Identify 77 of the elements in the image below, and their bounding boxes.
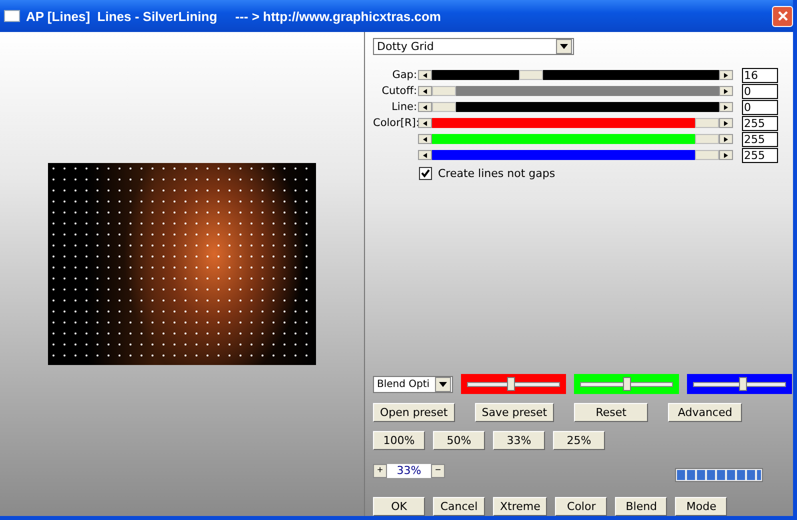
zoom-in-button[interactable]: + bbox=[373, 464, 387, 478]
value-field[interactable]: 0 bbox=[742, 100, 778, 114]
value-field[interactable]: 255 bbox=[742, 132, 778, 146]
slider[interactable] bbox=[418, 102, 733, 112]
right-arrow-icon bbox=[724, 88, 728, 94]
value-field[interactable]: 255 bbox=[742, 116, 778, 130]
right-arrow-button[interactable] bbox=[719, 102, 733, 112]
left-arrow-icon bbox=[423, 136, 427, 142]
right-arrow-icon bbox=[724, 104, 728, 110]
slider-thumb[interactable] bbox=[432, 102, 456, 112]
slider-label: Line: bbox=[390, 101, 417, 113]
blend-slider[interactable] bbox=[574, 374, 679, 394]
right-arrow-icon bbox=[724, 72, 728, 78]
slider[interactable] bbox=[418, 118, 733, 128]
effect-dropdown[interactable]: Dotty Grid bbox=[373, 38, 574, 55]
value-field[interactable]: 16 bbox=[742, 68, 778, 82]
slider-thumb[interactable] bbox=[695, 150, 719, 160]
zoom-button[interactable]: 50% bbox=[433, 431, 485, 450]
dialog-button[interactable]: OK bbox=[373, 497, 425, 516]
blend-slider[interactable] bbox=[687, 374, 792, 394]
slider[interactable] bbox=[418, 86, 733, 96]
left-arrow-button[interactable] bbox=[418, 118, 432, 128]
left-arrow-icon bbox=[423, 88, 427, 94]
close-button[interactable] bbox=[772, 6, 793, 26]
slider-thumb[interactable] bbox=[506, 376, 515, 390]
blend-dropdown[interactable]: Blend Opti bbox=[373, 376, 453, 392]
left-arrow-button[interactable] bbox=[418, 86, 432, 96]
left-arrow-icon bbox=[423, 104, 427, 110]
preset-button[interactable]: Save preset bbox=[474, 403, 554, 422]
zoom-out-button[interactable]: − bbox=[431, 464, 445, 478]
left-arrow-icon bbox=[423, 120, 427, 126]
dialog-button[interactable]: Xtreme bbox=[493, 497, 548, 516]
preset-button[interactable]: Advanced bbox=[668, 403, 742, 422]
slider[interactable] bbox=[418, 150, 733, 160]
zoom-button[interactable]: 33% bbox=[493, 431, 545, 450]
dialog-button[interactable]: Blend bbox=[615, 497, 668, 516]
dialog-button[interactable]: Mode bbox=[675, 497, 728, 516]
blend-slider[interactable] bbox=[461, 374, 566, 394]
left-arrow-button[interactable] bbox=[418, 70, 432, 80]
value-field[interactable]: 255 bbox=[742, 148, 778, 162]
slider[interactable] bbox=[418, 70, 733, 80]
dialog-button[interactable]: Color bbox=[555, 497, 608, 516]
slider[interactable] bbox=[418, 134, 733, 144]
zoom-button[interactable]: 100% bbox=[373, 431, 425, 450]
slider-label: Gap: bbox=[391, 69, 417, 81]
checkbox[interactable] bbox=[419, 167, 432, 180]
right-arrow-button[interactable] bbox=[719, 150, 733, 160]
slider-label: Color[R]: bbox=[373, 117, 417, 129]
right-arrow-icon bbox=[724, 136, 728, 142]
right-arrow-button[interactable] bbox=[719, 134, 733, 144]
right-arrow-button[interactable] bbox=[719, 86, 733, 96]
window-icon bbox=[4, 10, 20, 22]
preset-button[interactable]: Open preset bbox=[373, 403, 455, 422]
close-icon bbox=[776, 10, 788, 22]
left-arrow-icon bbox=[423, 152, 427, 158]
slider-thumb[interactable] bbox=[432, 86, 456, 96]
right-arrow-icon bbox=[724, 120, 728, 126]
left-arrow-button[interactable] bbox=[418, 102, 432, 112]
right-arrow-icon bbox=[724, 152, 728, 158]
left-arrow-icon bbox=[423, 72, 427, 78]
slider-thumb[interactable] bbox=[739, 376, 748, 390]
window-title: AP [Lines] Lines - SilverLining --- > http://www.graphicxtras.com bbox=[26, 8, 442, 24]
slider-thumb[interactable] bbox=[695, 118, 719, 128]
right-arrow-button[interactable] bbox=[719, 118, 733, 128]
checkbox-label: Create lines not gaps bbox=[438, 167, 556, 180]
value-field[interactable]: 0 bbox=[742, 84, 778, 98]
slider-thumb[interactable] bbox=[622, 376, 630, 390]
left-arrow-button[interactable] bbox=[418, 150, 432, 160]
right-arrow-button[interactable] bbox=[719, 70, 733, 80]
slider-thumb[interactable] bbox=[695, 134, 719, 144]
left-arrow-button[interactable] bbox=[418, 134, 432, 144]
slider-thumb[interactable] bbox=[518, 70, 543, 80]
dialog-button[interactable]: Cancel bbox=[433, 497, 485, 516]
zoom-field[interactable]: 33% bbox=[387, 464, 431, 478]
slider-label: Cutoff: bbox=[380, 85, 417, 97]
zoom-button[interactable]: 25% bbox=[553, 431, 605, 450]
preset-button[interactable]: Reset bbox=[574, 403, 648, 422]
